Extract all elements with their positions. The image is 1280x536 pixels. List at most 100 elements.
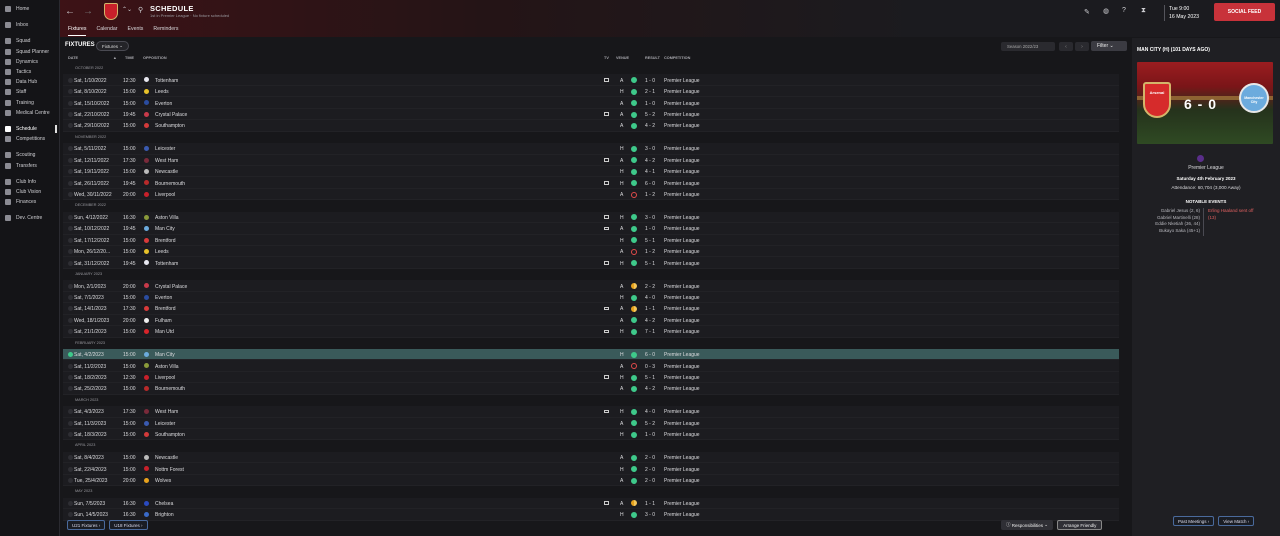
result-score[interactable]: 4 - 2: [645, 123, 655, 129]
result-score[interactable]: 4 - 2: [645, 318, 655, 324]
result-score[interactable]: 2 - 0: [645, 455, 655, 461]
palette-icon[interactable]: ◍: [1103, 7, 1109, 15]
col-result[interactable]: RESULT: [645, 56, 660, 60]
fixture-row[interactable]: Sat, 4/2/2023 15:00 Man City H 6 - 0 Premier …: [63, 348, 1119, 361]
competition-name[interactable]: Premier League: [664, 192, 700, 198]
result-score[interactable]: 4 - 0: [645, 295, 655, 301]
sidebar-item-training[interactable]: Training: [0, 98, 59, 108]
opponent-name[interactable]: Brentford: [155, 306, 176, 312]
fixture-row[interactable]: Sat, 12/11/2022 17:30 West Ham A 4 - 2 Premie…: [63, 154, 1119, 166]
result-score[interactable]: 5 - 1: [645, 375, 655, 381]
competition-name[interactable]: Premier League: [664, 158, 700, 164]
past-meetings-button[interactable]: Past Meetings ›: [1173, 516, 1215, 526]
col-time[interactable]: TIME: [125, 56, 134, 60]
opponent-name[interactable]: Bournemouth: [155, 386, 185, 392]
fixture-row[interactable]: Sat, 29/10/2022 15:00 Southampton A 4 - 2 Pre…: [63, 120, 1119, 132]
fixture-row[interactable]: Sat, 7/1/2023 15:00 Everton H 4 - 0 Premier L…: [63, 291, 1119, 304]
match-image[interactable]: Arsenal 6 - 0 Manchester City: [1137, 62, 1273, 144]
competition-name[interactable]: Premier League: [664, 261, 700, 267]
fixture-row[interactable]: Sat, 11/2/2023 15:00 Aston Villa A 0 - 3 Prem…: [63, 360, 1119, 372]
opponent-name[interactable]: Southampton: [155, 123, 185, 129]
sidebar-item-scouting[interactable]: Scouting: [0, 150, 59, 160]
result-score[interactable]: 4 - 2: [645, 386, 655, 392]
sidebar-item-transfers[interactable]: Transfers: [0, 160, 59, 170]
result-score[interactable]: 1 - 1: [645, 306, 655, 312]
arrange-friendly-button[interactable]: Arrange Friendly: [1057, 520, 1103, 530]
competition-name[interactable]: Premier League: [664, 78, 700, 84]
sidebar-item-club-vision[interactable]: Club Vision: [0, 187, 59, 197]
fixture-row[interactable]: Sat, 17/12/2022 15:00 Brentford H 5 - 1 Premi…: [63, 234, 1119, 246]
opponent-name[interactable]: Liverpool: [155, 192, 175, 198]
sidebar-item-finances[interactable]: Finances: [0, 197, 59, 207]
result-score[interactable]: 1 - 2: [645, 192, 655, 198]
opponent-name[interactable]: Crystal Palace: [155, 112, 187, 118]
opponent-name[interactable]: Bournemouth: [155, 181, 185, 187]
fixture-row[interactable]: Sat, 1/10/2022 12:30 Tottenham A 1 - 0 Premie…: [63, 74, 1119, 86]
result-score[interactable]: 3 - 0: [645, 512, 655, 518]
fixture-row[interactable]: Sat, 21/1/2023 15:00 Man Utd H 7 - 1 Premier …: [63, 326, 1119, 338]
result-score[interactable]: 5 - 2: [645, 112, 655, 118]
sidebar-item-squad[interactable]: Squad: [0, 36, 59, 46]
sidebar-item-staff[interactable]: Staff: [0, 87, 59, 97]
competition-name[interactable]: Premier League: [664, 409, 700, 415]
sidebar-item-medical-centre[interactable]: Medical Centre: [0, 108, 59, 118]
col-tv[interactable]: TV: [604, 56, 609, 60]
fixture-row[interactable]: Tue, 25/4/2023 20:00 Wolves A 2 - 0 Premier L…: [63, 474, 1119, 487]
competition-name[interactable]: Premier League: [664, 215, 700, 221]
result-score[interactable]: 4 - 0: [645, 409, 655, 415]
sidebar-item-club-info[interactable]: Club Info: [0, 177, 59, 187]
club-crest[interactable]: [104, 3, 118, 20]
edit-icon[interactable]: ✎: [1084, 8, 1090, 16]
sidebar-item-squad-planner[interactable]: Squad Planner: [0, 47, 59, 57]
opponent-name[interactable]: Fulham: [155, 318, 172, 324]
fixture-row[interactable]: Sat, 8/10/2022 15:00 Leeds H 2 - 1 Premier Le…: [63, 85, 1119, 98]
fixture-row[interactable]: Sat, 18/3/2023 15:00 Southampton H 1 - 0 Prem…: [63, 429, 1119, 441]
opponent-name[interactable]: Brentford: [155, 238, 176, 244]
fixture-row[interactable]: Sat, 26/11/2022 19:45 Bournemouth H 6 - 0 Pre…: [63, 177, 1119, 189]
competition-name[interactable]: Premier League: [664, 352, 700, 358]
result-score[interactable]: 1 - 0: [645, 226, 655, 232]
opponent-name[interactable]: Nottm Forest: [155, 467, 184, 473]
result-score[interactable]: 5 - 1: [645, 261, 655, 267]
fixture-row[interactable]: Sat, 25/2/2023 15:00 Bournemouth A 4 - 2 Prem…: [63, 383, 1119, 395]
fixture-row[interactable]: Sat, 8/4/2023 15:00 Newcastle A 2 - 0 Premier…: [63, 451, 1119, 464]
opponent-name[interactable]: Newcastle: [155, 455, 178, 461]
fixture-row[interactable]: Wed, 18/1/2023 20:00 Fulham A 4 - 2 Premier L…: [63, 314, 1119, 327]
competition-name[interactable]: Premier League: [664, 478, 700, 484]
col-venue[interactable]: VENUE: [616, 56, 629, 60]
competition-name[interactable]: Premier League: [664, 169, 700, 175]
opponent-name[interactable]: Liverpool: [155, 375, 175, 381]
fixture-row[interactable]: Wed, 30/11/2022 20:00 Liverpool A 1 - 2 Premi…: [63, 188, 1119, 201]
tab-calendar[interactable]: Calendar: [96, 26, 117, 36]
fixture-row[interactable]: Sun, 14/5/2023 16:30 Brighton H 3 - 0 Premier…: [63, 509, 1119, 521]
fixture-row[interactable]: Mon, 26/12/20... 15:00 Leeds A 1 - 2 Premier …: [63, 246, 1119, 258]
opponent-name[interactable]: Wolves: [155, 478, 171, 484]
competition-name[interactable]: Premier League: [664, 512, 700, 518]
fixture-row[interactable]: Sat, 10/12/2022 19:45 Man City A 1 - 0 Premie…: [63, 223, 1119, 235]
result-score[interactable]: 3 - 0: [645, 146, 655, 152]
opponent-name[interactable]: Newcastle: [155, 169, 178, 175]
competition-name[interactable]: Premier League: [664, 501, 700, 507]
result-score[interactable]: 5 - 2: [645, 421, 655, 427]
competition-name[interactable]: Premier League: [664, 467, 700, 473]
responsibilities-button[interactable]: ⓘ Responsibilities ⌄: [1001, 520, 1054, 530]
fixture-row[interactable]: Sun, 4/12/2022 16:30 Aston Villa H 3 - 0 Prem…: [63, 211, 1119, 224]
competition-name[interactable]: Premier League: [664, 146, 700, 152]
competition-name[interactable]: Premier League: [664, 364, 700, 370]
opponent-name[interactable]: Tottenham: [155, 261, 178, 267]
season-select[interactable]: Season 2022/23: [1001, 42, 1055, 51]
opponent-name[interactable]: Tottenham: [155, 78, 178, 84]
competition-name[interactable]: Premier League: [664, 249, 700, 255]
fixture-row[interactable]: Sun, 7/5/2023 16:30 Chelsea A 1 - 1 Premier L…: [63, 497, 1119, 510]
col-opposition[interactable]: OPPOSITION: [143, 56, 167, 60]
col-competition[interactable]: COMPETITION: [664, 56, 690, 60]
result-score[interactable]: 3 - 0: [645, 215, 655, 221]
opponent-name[interactable]: Brighton: [155, 512, 174, 518]
result-score[interactable]: 0 - 3: [645, 364, 655, 370]
competition-name[interactable]: Premier League: [664, 386, 700, 392]
result-score[interactable]: 1 - 0: [645, 432, 655, 438]
opponent-name[interactable]: Leeds: [155, 249, 169, 255]
competition-name[interactable]: Premier League: [664, 421, 700, 427]
fixture-row[interactable]: Sat, 19/11/2022 15:00 Newcastle H 4 - 1 Premi…: [63, 165, 1119, 178]
fixture-row[interactable]: Sat, 31/12/2022 19:45 Tottenham H 5 - 1 Premi…: [63, 257, 1119, 269]
